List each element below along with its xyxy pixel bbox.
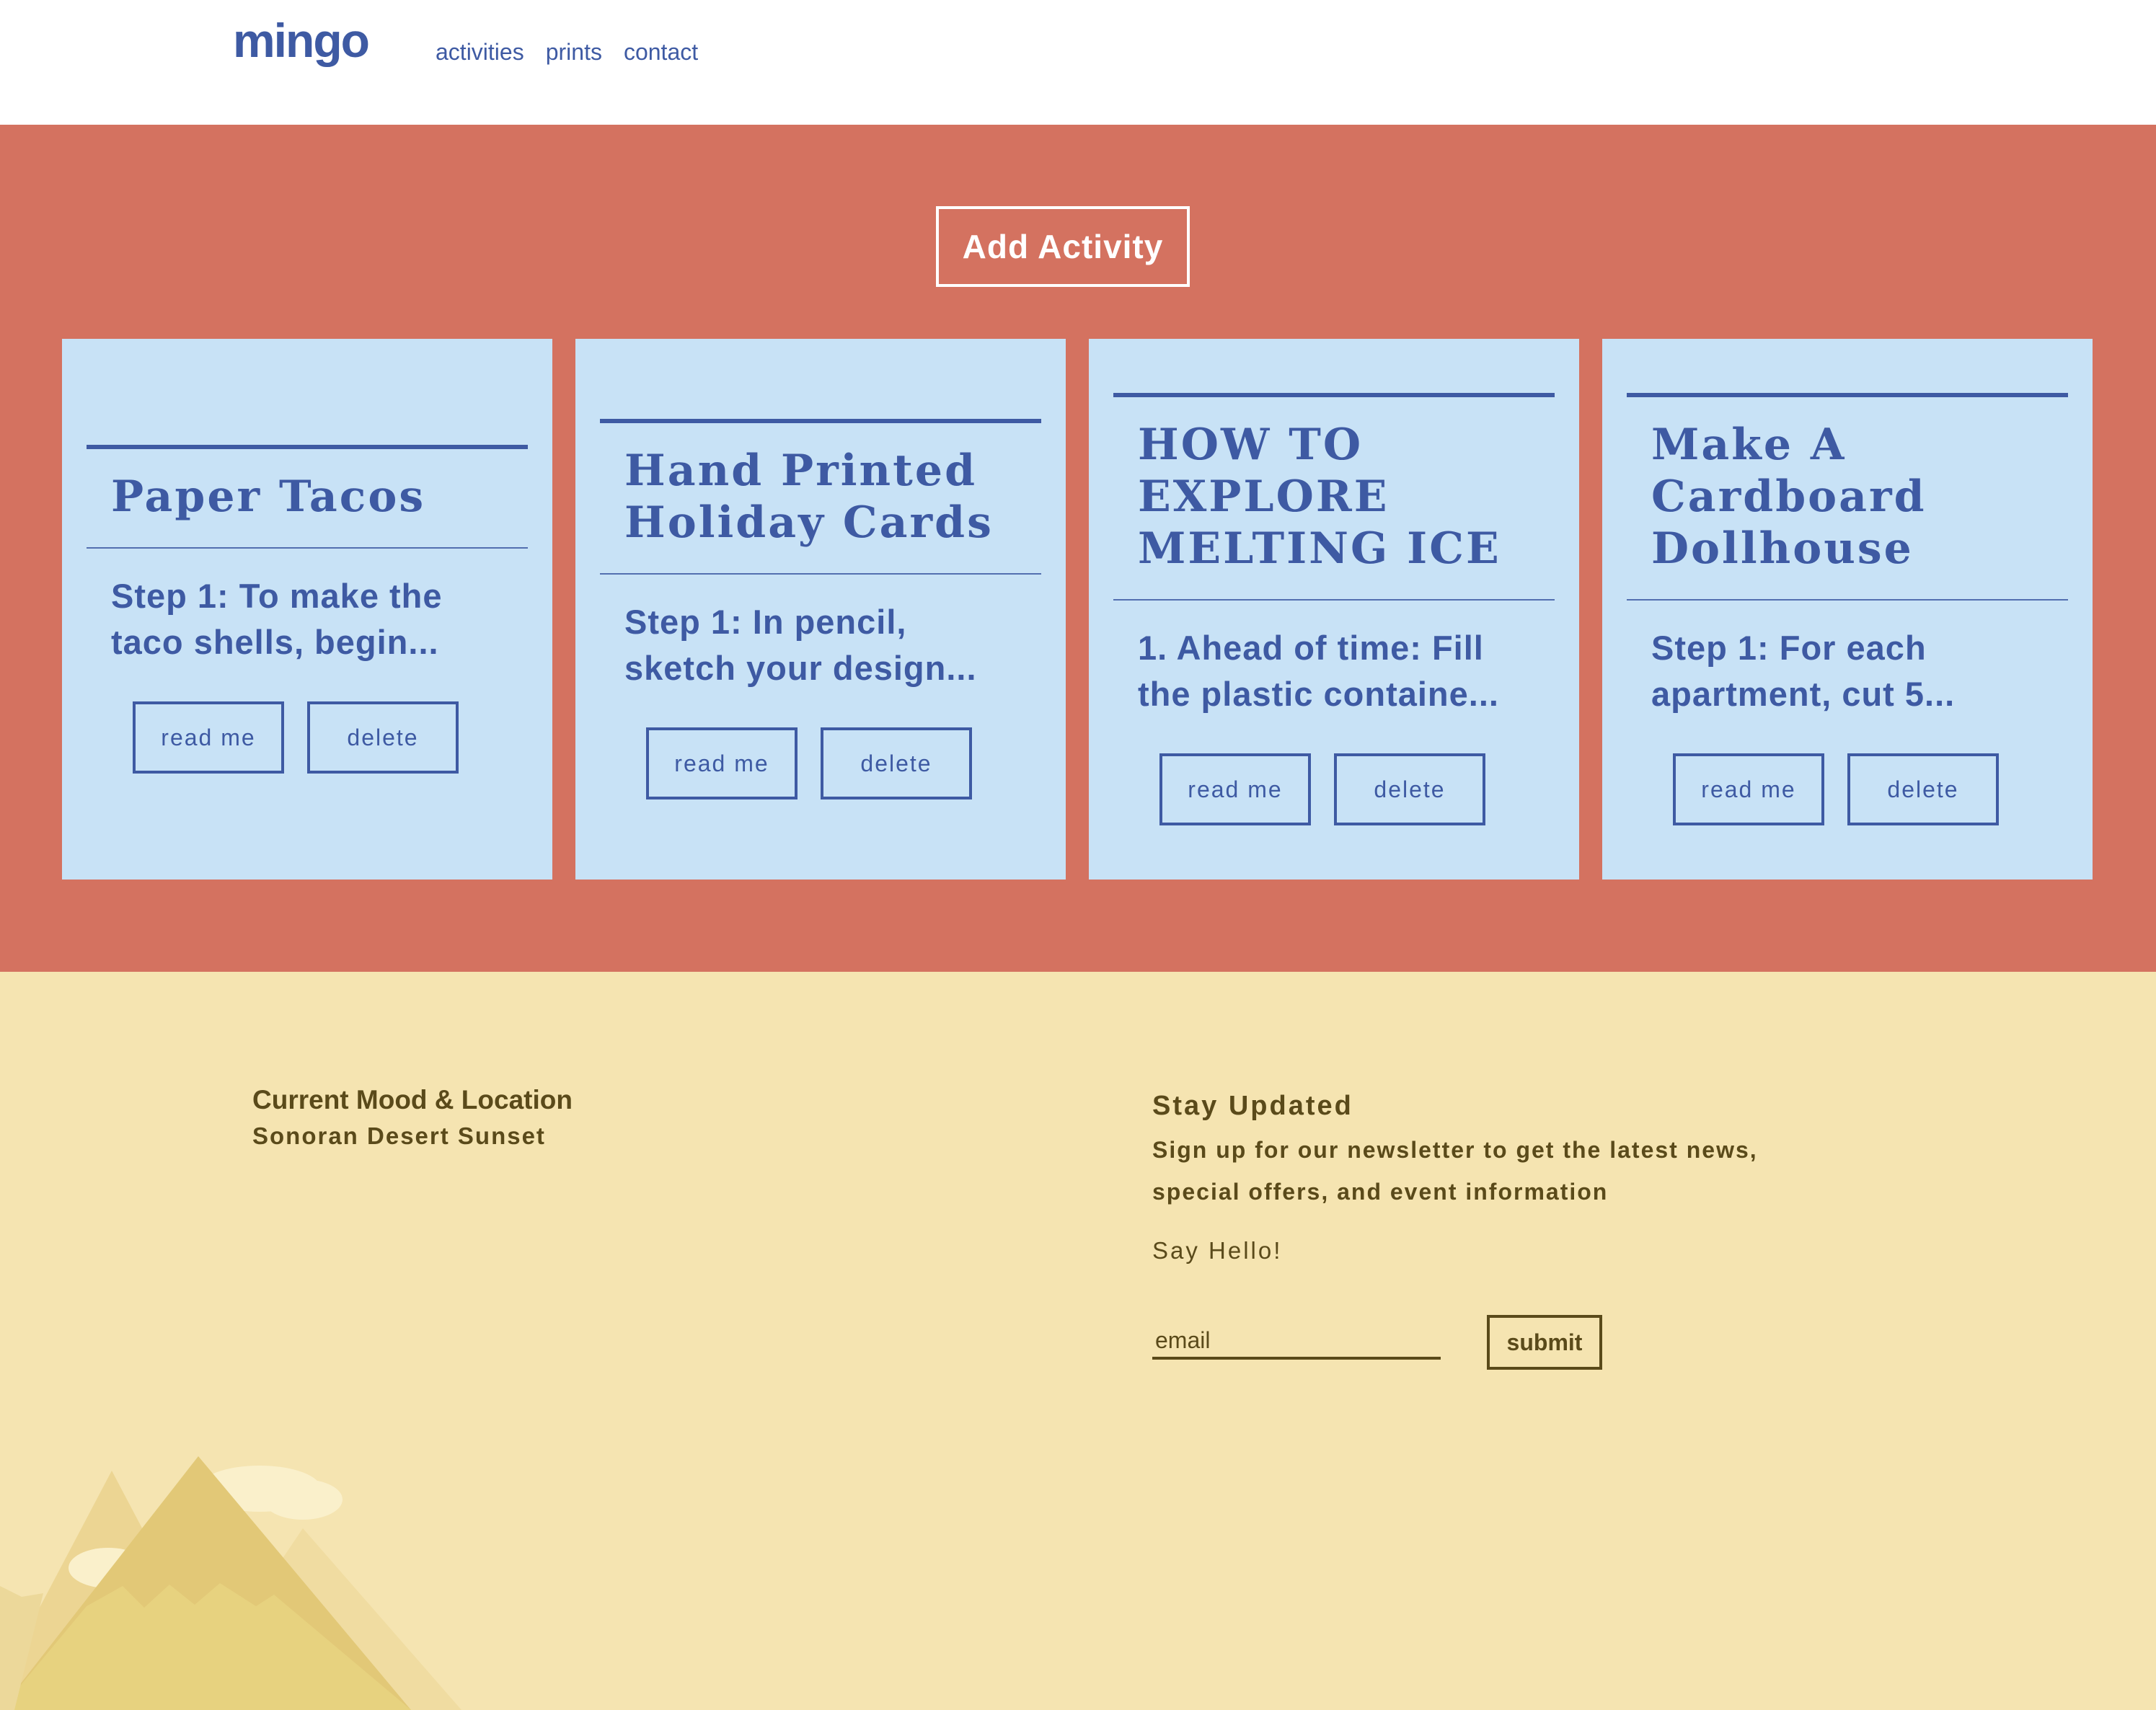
delete-button[interactable]: delete (1847, 753, 1999, 825)
newsletter-title: Stay Updated (1152, 1091, 1353, 1121)
nav-activities[interactable]: activities (436, 39, 524, 66)
card-divider (1627, 599, 2068, 601)
card-title: Paper Tacos (111, 471, 426, 522)
mood-value: Sonoran Desert Sunset (252, 1122, 546, 1149)
read-me-button[interactable]: read me (133, 701, 284, 774)
card-body: Hand Printed Holiday Cards Step 1: In pe… (575, 419, 1066, 799)
card-actions: read me delete (600, 691, 1041, 799)
mood-title: Current Mood & Location (252, 1085, 573, 1115)
card-title: Make A Cardboard Dollhouse (1651, 420, 1927, 574)
email-input[interactable] (1152, 1324, 1441, 1360)
card-body: HOW TO EXPLORE MELTING ICE 1. Ahead of t… (1089, 393, 1579, 825)
delete-button[interactable]: delete (1334, 753, 1485, 825)
newsletter-description: Sign up for our newsletter to get the la… (1152, 1137, 1758, 1205)
card-actions: read me delete (1113, 717, 1555, 825)
activity-card: Hand Printed Holiday Cards Step 1: In pe… (575, 339, 1066, 880)
card-divider (87, 547, 528, 549)
activity-card: Make A Cardboard Dollhouse Step 1: For e… (1602, 339, 2093, 880)
site-logo[interactable]: mingo (233, 13, 370, 68)
add-activity-button[interactable]: Add Activity (936, 206, 1190, 287)
main-nav: activities prints contact (436, 39, 698, 66)
nav-contact[interactable]: contact (624, 39, 698, 66)
nav-prints[interactable]: prints (546, 39, 602, 66)
read-me-button[interactable]: read me (1673, 753, 1824, 825)
activities-section: Add Activity Paper Tacos Step 1: To make… (0, 125, 2156, 972)
card-title: Hand Printed Holiday Cards (624, 446, 994, 548)
delete-button[interactable]: delete (821, 727, 972, 799)
card-excerpt: Step 1: In pencil, sketch your design... (624, 603, 977, 687)
card-excerpt: Step 1: For each apartment, cut 5... (1651, 629, 1956, 713)
read-me-button[interactable]: read me (646, 727, 798, 799)
activity-card: Paper Tacos Step 1: To make the taco she… (62, 339, 552, 880)
card-title: HOW TO EXPLORE MELTING ICE (1138, 420, 1501, 574)
card-actions: read me delete (87, 665, 528, 774)
card-excerpt: Step 1: To make the taco shells, begin..… (111, 577, 443, 661)
activity-card: HOW TO EXPLORE MELTING ICE 1. Ahead of t… (1089, 339, 1579, 880)
card-actions: read me delete (1627, 717, 2068, 825)
card-excerpt: 1. Ahead of time: Fill the plastic conta… (1138, 629, 1499, 713)
card-divider (1113, 599, 1555, 601)
mountains-illustration (0, 1456, 461, 1710)
site-header: mingo activities prints contact (0, 0, 2156, 125)
delete-button[interactable]: delete (307, 701, 459, 774)
card-divider (600, 573, 1041, 575)
card-body: Paper Tacos Step 1: To make the taco she… (62, 445, 552, 774)
submit-button[interactable]: submit (1487, 1315, 1602, 1370)
say-hello-label: Say Hello! (1152, 1237, 1283, 1264)
read-me-button[interactable]: read me (1159, 753, 1311, 825)
card-body: Make A Cardboard Dollhouse Step 1: For e… (1602, 393, 2093, 825)
